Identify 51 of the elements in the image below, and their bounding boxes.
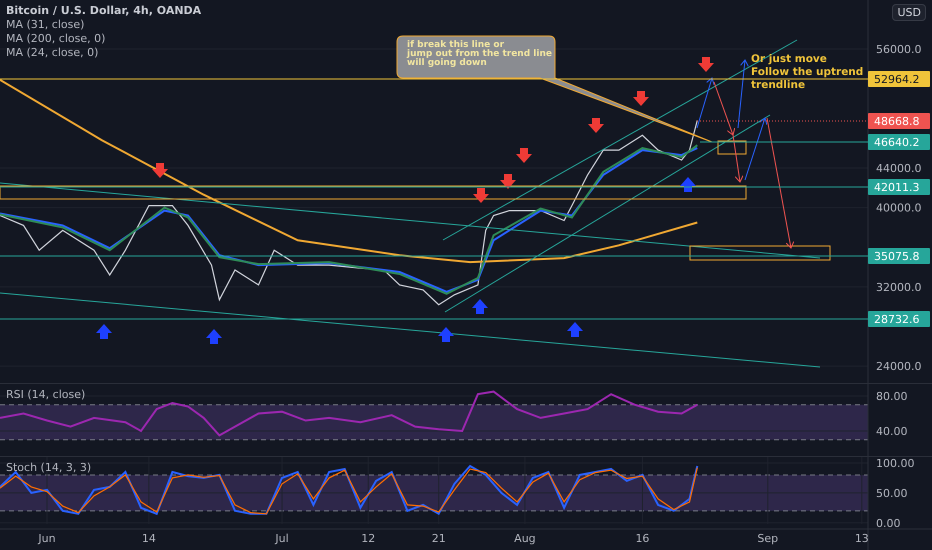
price-tag: 52964.2: [868, 71, 930, 87]
price-tag: 48668.8: [868, 113, 930, 129]
callout-text: will going down: [407, 58, 487, 68]
axis-label: 16: [635, 532, 650, 545]
axis-label: Jun: [38, 532, 56, 545]
up-arrow-marker: [438, 327, 454, 342]
up-arrow-marker: [472, 299, 488, 314]
axis-label: 56000.0: [876, 43, 922, 56]
axis-label: 80.00: [876, 390, 908, 403]
axis-label: 44000.0: [876, 162, 922, 175]
down-arrow-marker: [152, 163, 168, 178]
axis-label: 24000.0: [876, 360, 922, 374]
up-arrow-marker: [567, 322, 583, 337]
callout-text: jump out from the trend line: [407, 49, 552, 59]
indicator-label: MA (24, close, 0): [6, 46, 100, 59]
axis-label: 14: [142, 532, 156, 545]
chart-note: trendline: [751, 79, 806, 91]
axis-label: 50.00: [876, 486, 908, 500]
currency-button[interactable]: USD: [892, 4, 926, 21]
chart-note: Or just move: [751, 53, 827, 65]
axis-label: 13: [854, 532, 869, 545]
up-arrow-marker: [680, 177, 696, 192]
down-arrow-marker: [500, 174, 516, 189]
down-arrow-marker: [588, 118, 604, 133]
axis-label: 32000.0: [876, 280, 922, 294]
price-tag: 46640.2: [868, 134, 930, 150]
indicator-title: Stoch (14, 3, 3): [6, 461, 92, 474]
price-tag: 35075.8: [868, 248, 930, 264]
axis-label: 0.00: [876, 516, 900, 530]
indicator-label: MA (200, close, 0): [6, 32, 106, 45]
axis-label: Aug: [514, 532, 536, 545]
axis-label: 40.00: [876, 424, 908, 438]
indicator-label: MA (31, close): [6, 18, 86, 31]
down-arrow-marker: [473, 188, 489, 203]
price-tag: 42011.3: [868, 179, 930, 195]
axis-label: 40000.0: [876, 202, 922, 215]
axis-label: 12: [361, 532, 376, 545]
symbol-title: Bitcoin / U.S. Dollar, 4h, OANDA: [6, 4, 202, 17]
axis-label: Sep: [757, 532, 778, 545]
down-arrow-marker: [633, 91, 649, 106]
axis-label: 100.00: [876, 457, 914, 470]
indicator-title: RSI (14, close): [6, 388, 86, 401]
callout-text: if break this line or: [407, 40, 504, 50]
price-tag: 28732.6: [868, 311, 930, 327]
chart-note: Follow the uptrend: [751, 66, 864, 78]
down-arrow-marker: [698, 57, 714, 72]
axis-label: Jul: [275, 532, 289, 545]
down-arrow-marker: [516, 148, 532, 163]
up-arrow-marker: [96, 324, 112, 339]
axis-label: 21: [432, 532, 446, 545]
up-arrow-marker: [206, 329, 222, 344]
